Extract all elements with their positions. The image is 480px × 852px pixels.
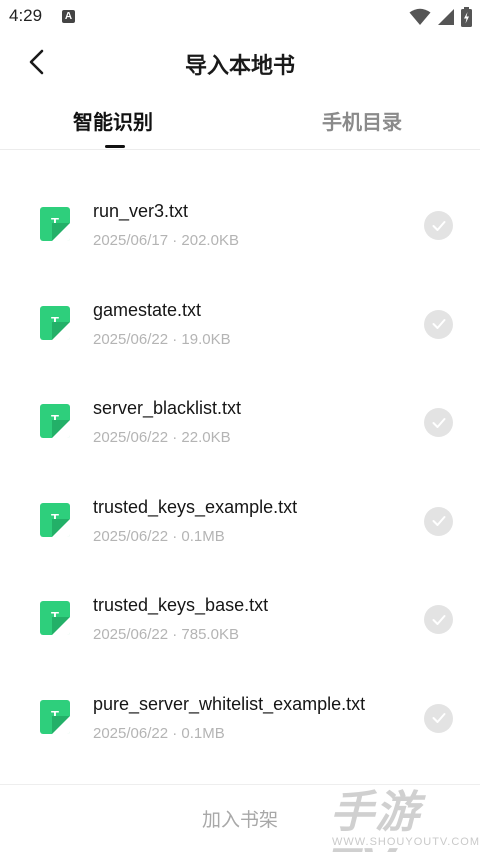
tab-phone-directory[interactable]: 手机目录 [322, 106, 402, 135]
tab-active-indicator [105, 145, 125, 148]
file-name: trusted_keys_example.txt [93, 496, 298, 517]
file-list-item[interactable]: T trusted_keys_example.txt 2025/06/22 · … [0, 472, 480, 571]
check-icon [432, 614, 445, 625]
check-icon [432, 220, 445, 231]
file-meta: 2025/06/22 · 19.0KB [93, 330, 231, 348]
file-name: pure_server_whitelist_example.txt [93, 693, 366, 714]
select-checkbox[interactable] [424, 703, 453, 733]
file-list-item[interactable]: T trusted_keys_base.txt 2025/06/22 · 785… [0, 570, 480, 669]
check-icon [432, 417, 445, 428]
select-checkbox[interactable] [424, 309, 453, 339]
select-checkbox[interactable] [424, 506, 453, 536]
status-bar: 4:29 A [0, 0, 480, 34]
file-list-item[interactable]: T run_ver3.txt 2025/06/17 · 202.0KB [0, 176, 480, 275]
select-checkbox[interactable] [424, 605, 453, 635]
file-name: server_blacklist.txt [93, 398, 242, 419]
txt-file-icon: T [40, 305, 70, 340]
file-meta: 2025/06/22 · 0.1MB [93, 527, 225, 545]
status-icons [409, 7, 472, 27]
battery-icon [461, 7, 472, 27]
file-list-item[interactable]: T server_blacklist.txt 2025/06/22 · 22.0… [0, 373, 480, 472]
file-meta: 2025/06/22 · 0.1MB [93, 724, 225, 742]
add-to-bookshelf-button[interactable]: 加入书架 [0, 805, 480, 832]
check-icon [432, 713, 445, 724]
wifi-icon [409, 8, 431, 25]
file-list-item[interactable]: T gamestate.txt 2025/06/22 · 19.0KB [0, 275, 480, 374]
file-name: gamestate.txt [93, 299, 202, 320]
check-icon [432, 516, 445, 527]
txt-file-icon: T [40, 404, 70, 439]
file-name: trusted_keys_base.txt [93, 595, 269, 616]
check-icon [432, 319, 445, 330]
page-title: 导入本地书 [184, 54, 295, 79]
file-meta: 2025/06/17 · 202.0KB [93, 232, 239, 249]
file-meta: 2025/06/22 · 22.0KB [93, 429, 231, 447]
notification-badge: A [62, 10, 75, 23]
txt-file-icon: T [40, 502, 70, 537]
status-time: 4:29 [9, 6, 43, 25]
bottom-action-bar: 加入书架 [0, 784, 480, 852]
select-checkbox[interactable] [424, 211, 453, 240]
file-list: T run_ver3.txt 2025/06/17 · 202.0KB T ga… [0, 176, 480, 768]
txt-file-icon: T [40, 601, 70, 636]
file-meta: 2025/06/22 · 785.0KB [93, 626, 239, 644]
select-checkbox[interactable] [424, 408, 453, 438]
txt-file-icon: T [40, 207, 70, 241]
app-header: 导入本地书 [0, 34, 480, 90]
signal-icon [438, 9, 454, 25]
file-list-item[interactable]: T pure_server_whitelist_example.txt 2025… [0, 669, 480, 768]
tab-smart-detect[interactable]: 智能识别 [73, 106, 153, 135]
txt-file-icon: T [40, 699, 70, 734]
tab-bar: 智能识别 手机目录 [0, 96, 480, 150]
file-name: run_ver3.txt [93, 201, 189, 221]
